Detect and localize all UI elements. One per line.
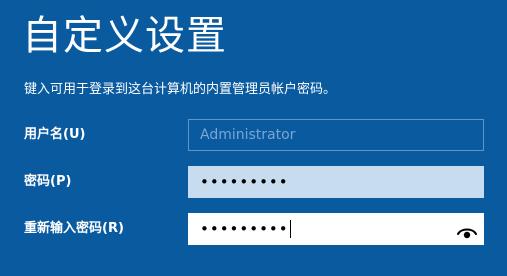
confirm-password-row: 重新输入密码(R) ••••••••• — [0, 213, 507, 245]
username-row: 用户名(U) Administrator — [0, 119, 507, 151]
eye-icon[interactable] — [457, 222, 477, 239]
username-placeholder: Administrator — [200, 127, 296, 143]
password-field[interactable]: ••••••••• — [188, 166, 484, 198]
username-label: 用户名(U) — [24, 127, 86, 142]
password-row: 密码(P) ••••••••• — [0, 166, 507, 198]
confirm-password-label: 重新输入密码(R) — [24, 221, 124, 236]
password-label: 密码(P) — [24, 174, 72, 189]
page-title: 自定义设置 — [22, 13, 227, 59]
confirm-password-field[interactable]: ••••••••• — [188, 213, 484, 245]
confirm-password-masked-value: ••••••••• — [200, 220, 289, 238]
text-caret — [289, 219, 291, 238]
page-description: 键入可用于登录到这台计算机的内置管理员帐户密码。 — [24, 82, 337, 97]
password-masked-value: ••••••••• — [200, 173, 289, 191]
username-field: Administrator — [188, 119, 484, 151]
